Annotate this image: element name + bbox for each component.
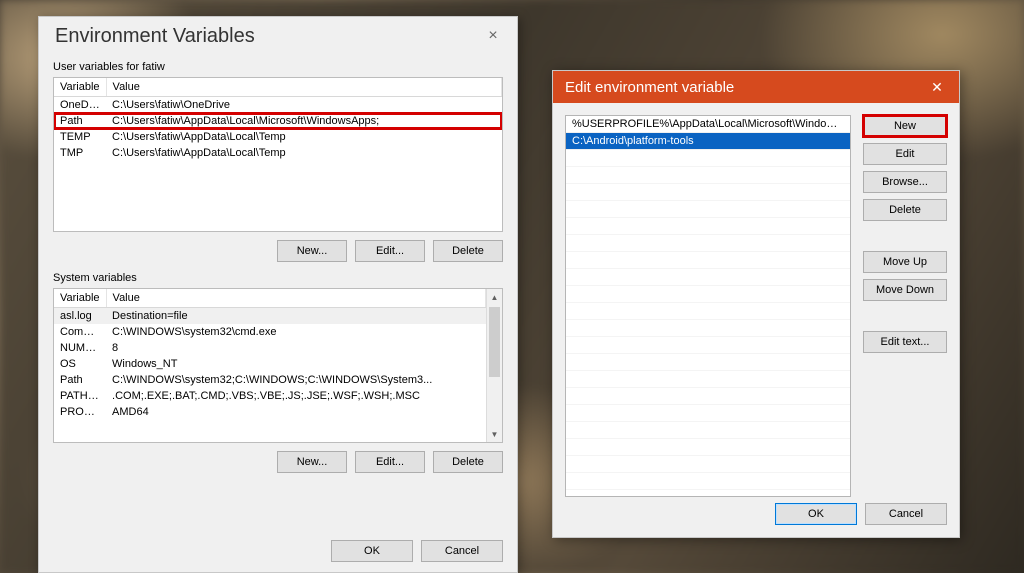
edit-new-button[interactable]: New	[863, 115, 947, 137]
cell-variable: OneDrive	[54, 97, 106, 114]
edit-edit-button[interactable]: Edit	[863, 143, 947, 165]
table-row[interactable]: ComSpecC:\WINDOWS\system32\cmd.exe	[54, 324, 486, 340]
table-row[interactable]: asl.logDestination=file	[54, 308, 486, 325]
cell-variable: asl.log	[54, 308, 106, 325]
close-icon[interactable]: ×	[479, 27, 507, 45]
list-item[interactable]: %USERPROFILE%\AppData\Local\Microsoft\Wi…	[566, 116, 850, 133]
close-icon[interactable]: ✕	[923, 79, 951, 96]
user-vars-buttons: New... Edit... Delete	[53, 240, 503, 262]
scroll-up-icon[interactable]: ▲	[487, 289, 502, 305]
edit-side-buttons: New Edit Browse... Delete Move Up Move D…	[863, 115, 947, 353]
cell-value: Windows_NT	[106, 356, 485, 372]
cell-value: 8	[106, 340, 485, 356]
edit-edittext-button[interactable]: Edit text...	[863, 331, 947, 353]
env-titlebar: Environment Variables ×	[39, 17, 517, 55]
user-delete-button[interactable]: Delete	[433, 240, 503, 262]
cell-variable: PATHEXT	[54, 388, 106, 404]
sys-new-button[interactable]: New...	[277, 451, 347, 473]
sys-delete-button[interactable]: Delete	[433, 451, 503, 473]
env-ok-button[interactable]: OK	[331, 540, 413, 562]
user-new-button[interactable]: New...	[277, 240, 347, 262]
list-item[interactable]: C:\Android\platform-tools	[566, 133, 850, 150]
env-dialog-footer: OK Cancel	[331, 540, 503, 562]
scroll-down-icon[interactable]: ▼	[487, 426, 502, 442]
system-vars-scrollbar[interactable]: ▲ ▼	[486, 289, 502, 442]
table-row[interactable]: PathC:\WINDOWS\system32;C:\WINDOWS;C:\WI…	[54, 372, 486, 388]
env-cancel-button[interactable]: Cancel	[421, 540, 503, 562]
environment-variables-dialog: Environment Variables × User variables f…	[38, 16, 518, 573]
col-variable[interactable]: Variable	[54, 289, 106, 308]
col-variable[interactable]: Variable	[54, 78, 106, 97]
table-row[interactable]: PathC:\Users\fatiw\AppData\Local\Microso…	[54, 113, 502, 129]
edit-titlebar: Edit environment variable ✕	[553, 71, 959, 103]
table-row[interactable]: PROCESSOR_ARCHITECTU...AMD64	[54, 404, 486, 420]
edit-dialog-body: %USERPROFILE%\AppData\Local\Microsoft\Wi…	[553, 103, 959, 537]
cell-variable: TMP	[54, 145, 106, 161]
sys-edit-button[interactable]: Edit...	[355, 451, 425, 473]
table-row[interactable]: NUMBER_OF_PROCESSORS8	[54, 340, 486, 356]
cell-value: C:\WINDOWS\system32;C:\WINDOWS;C:\WINDOW…	[106, 372, 485, 388]
user-variables-table-wrap: Variable Value OneDriveC:\Users\fatiw\On…	[53, 77, 503, 232]
cell-variable: Path	[54, 113, 106, 129]
edit-moveup-button[interactable]: Move Up	[863, 251, 947, 273]
path-list-grid	[566, 150, 850, 496]
edit-movedown-button[interactable]: Move Down	[863, 279, 947, 301]
col-value[interactable]: Value	[106, 289, 485, 308]
edit-title: Edit environment variable	[565, 79, 734, 96]
col-value[interactable]: Value	[106, 78, 501, 97]
table-row[interactable]: TMPC:\Users\fatiw\AppData\Local\Temp	[54, 145, 502, 161]
cell-value: C:\Users\fatiw\AppData\Local\Microsoft\W…	[106, 113, 501, 129]
table-row[interactable]: TEMPC:\Users\fatiw\AppData\Local\Temp	[54, 129, 502, 145]
edit-ok-button[interactable]: OK	[775, 503, 857, 525]
system-vars-buttons: New... Edit... Delete	[53, 451, 503, 473]
scroll-thumb[interactable]	[489, 307, 500, 377]
cell-variable: NUMBER_OF_PROCESSORS	[54, 340, 106, 356]
edit-browse-button[interactable]: Browse...	[863, 171, 947, 193]
env-title: Environment Variables	[55, 25, 255, 48]
table-row[interactable]: OneDriveC:\Users\fatiw\OneDrive	[54, 97, 502, 114]
cell-value: C:\Users\fatiw\AppData\Local\Temp	[106, 145, 501, 161]
table-row[interactable]: PATHEXT.COM;.EXE;.BAT;.CMD;.VBS;.VBE;.JS…	[54, 388, 486, 404]
cell-value: C:\Users\fatiw\AppData\Local\Temp	[106, 129, 501, 145]
table-row[interactable]: OSWindows_NT	[54, 356, 486, 372]
edit-environment-variable-dialog: Edit environment variable ✕ %USERPROFILE…	[552, 70, 960, 538]
path-list[interactable]: %USERPROFILE%\AppData\Local\Microsoft\Wi…	[565, 115, 851, 497]
system-variables-label: System variables	[53, 272, 503, 284]
cell-variable: OS	[54, 356, 106, 372]
user-variables-group: User variables for fatiw Variable Value …	[53, 61, 503, 262]
system-variables-group: System variables Variable Value asl.logD…	[53, 272, 503, 473]
user-variables-label: User variables for fatiw	[53, 61, 503, 73]
cell-value: AMD64	[106, 404, 485, 420]
cell-value: Destination=file	[106, 308, 485, 325]
system-variables-table[interactable]: Variable Value asl.logDestination=fileCo…	[54, 289, 486, 420]
cell-variable: ComSpec	[54, 324, 106, 340]
edit-cancel-button[interactable]: Cancel	[865, 503, 947, 525]
system-variables-table-wrap: Variable Value asl.logDestination=fileCo…	[53, 288, 503, 443]
cell-variable: PROCESSOR_ARCHITECTU...	[54, 404, 106, 420]
cell-value: C:\WINDOWS\system32\cmd.exe	[106, 324, 485, 340]
user-variables-table[interactable]: Variable Value OneDriveC:\Users\fatiw\On…	[54, 78, 502, 161]
edit-delete-button[interactable]: Delete	[863, 199, 947, 221]
cell-value: .COM;.EXE;.BAT;.CMD;.VBS;.VBE;.JS;.JSE;.…	[106, 388, 485, 404]
user-edit-button[interactable]: Edit...	[355, 240, 425, 262]
cell-variable: Path	[54, 372, 106, 388]
cell-variable: TEMP	[54, 129, 106, 145]
cell-value: C:\Users\fatiw\OneDrive	[106, 97, 501, 114]
edit-dialog-footer: OK Cancel	[775, 503, 947, 525]
